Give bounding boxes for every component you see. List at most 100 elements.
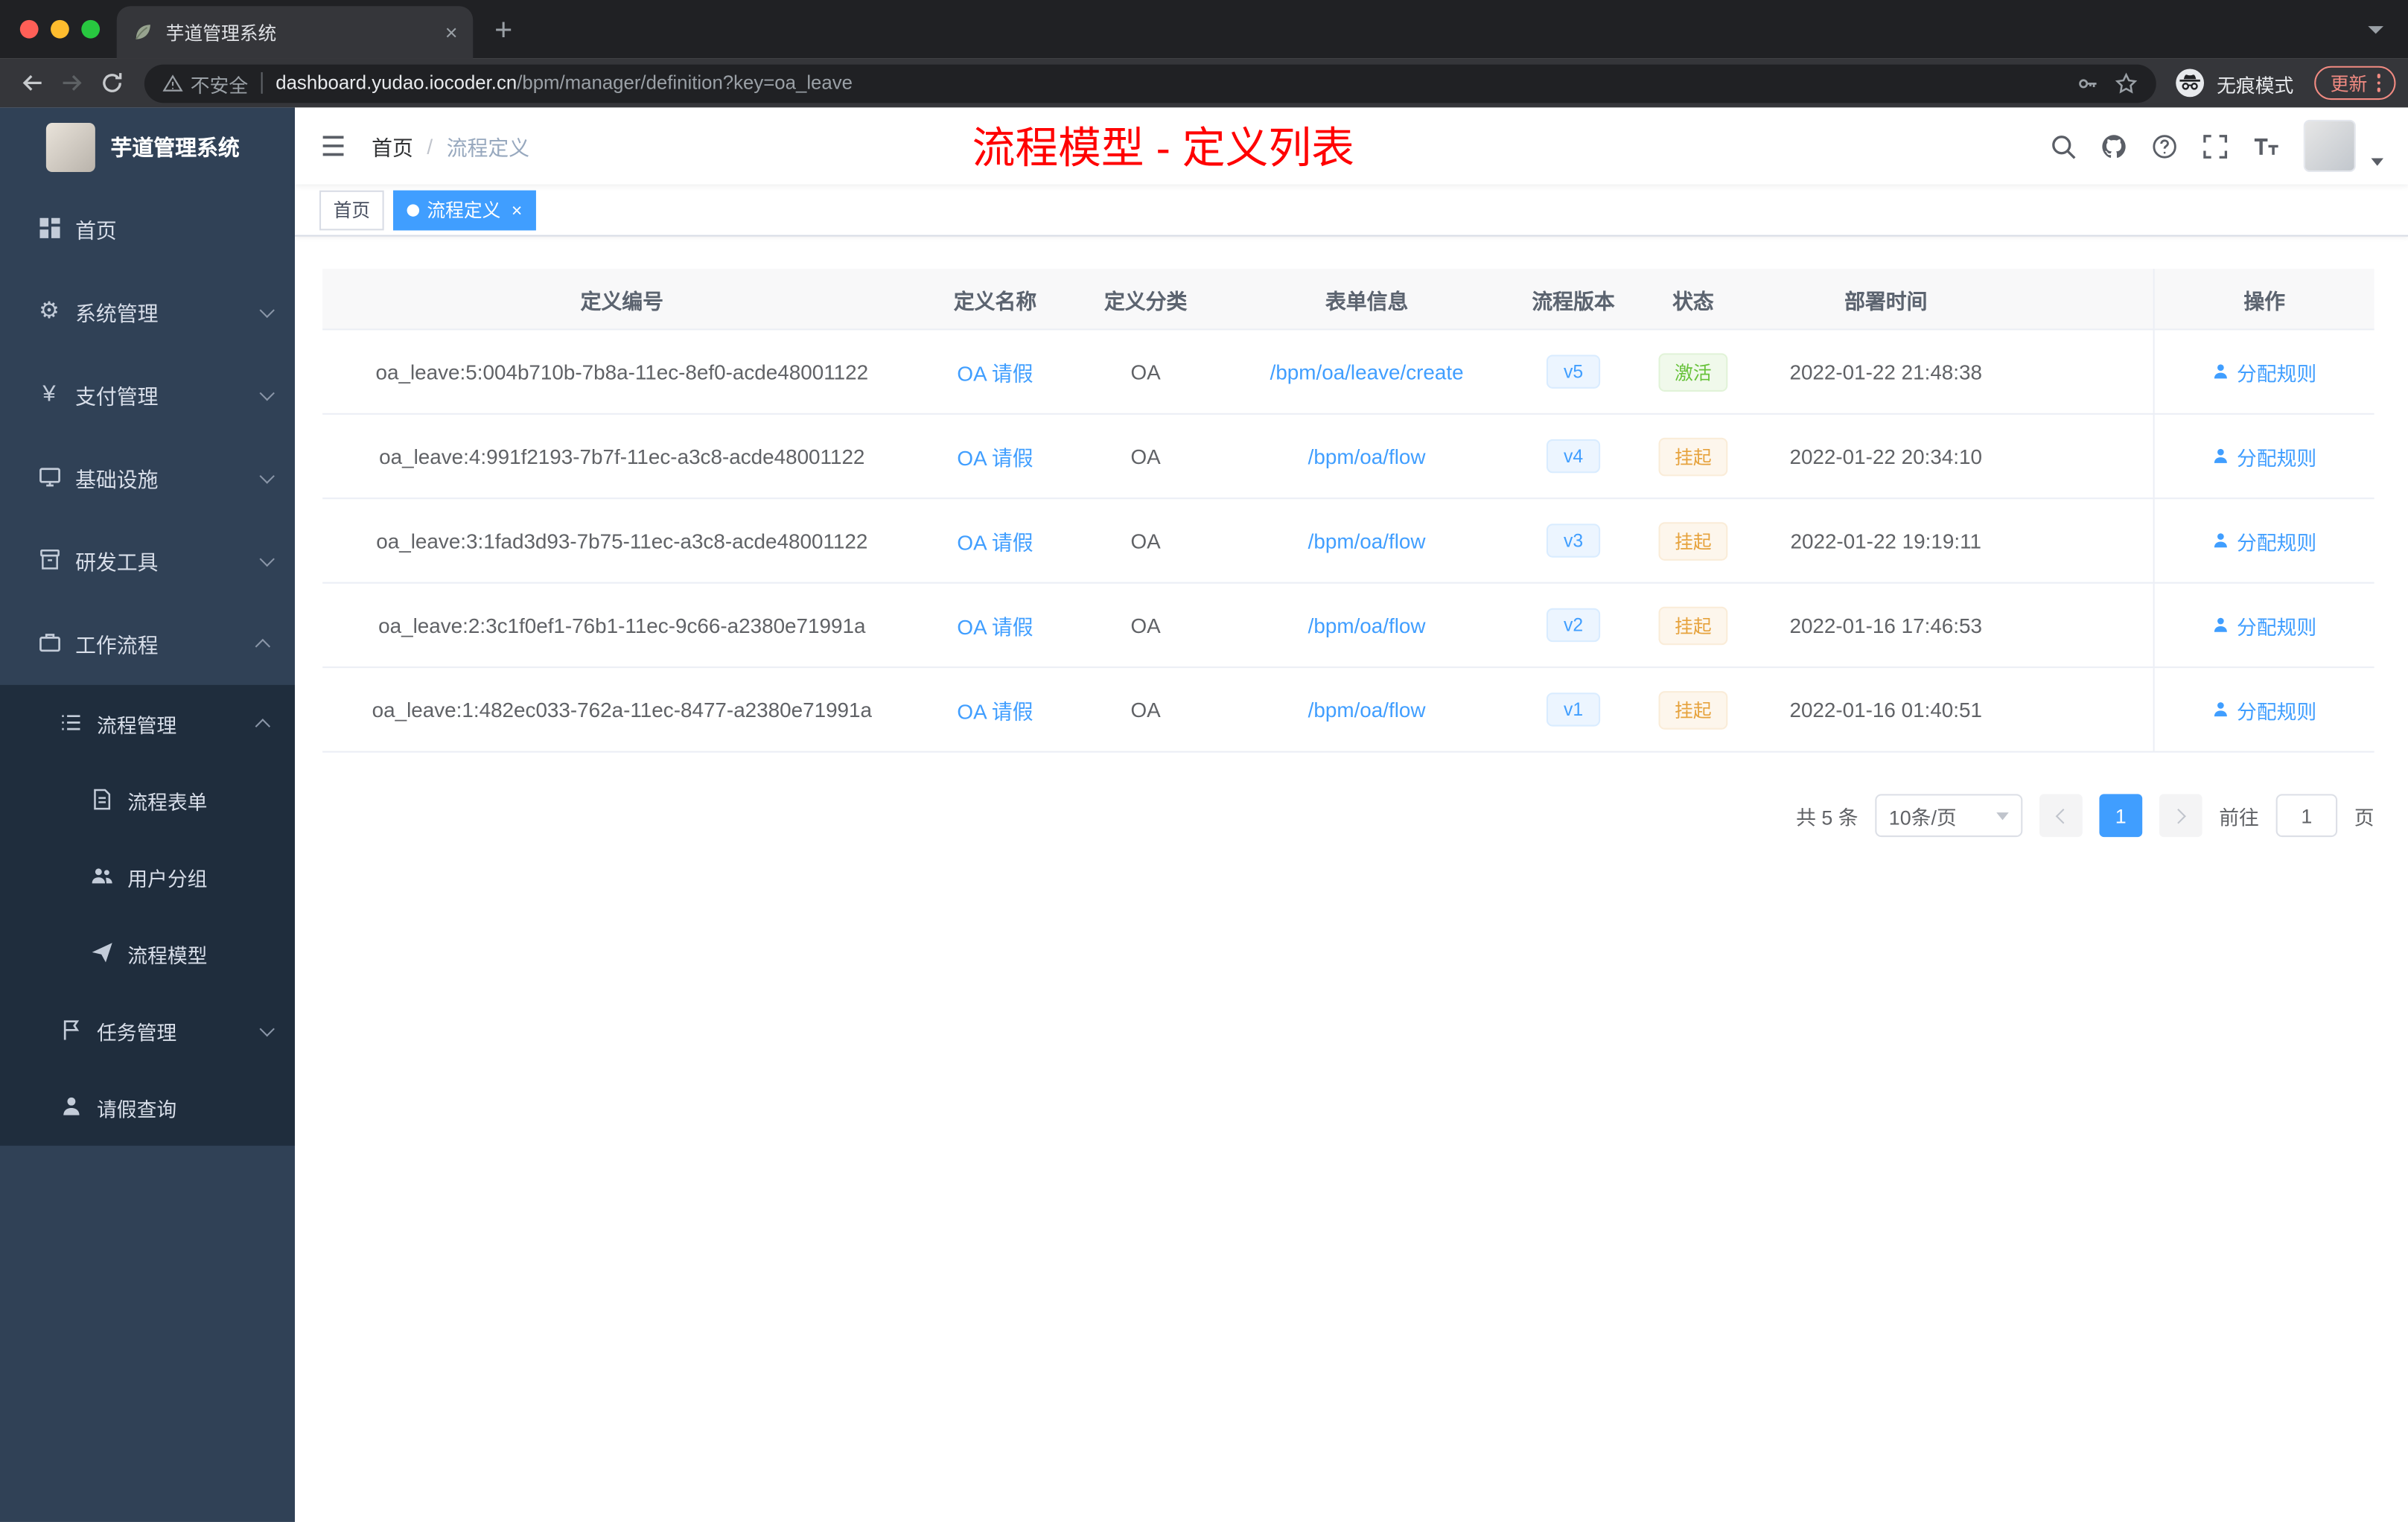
incognito-badge: 无痕模式 (2175, 68, 2293, 98)
forward-button[interactable] (52, 63, 92, 104)
column-header: 部署时间 (1844, 289, 1928, 313)
form-info-link[interactable]: /bpm/oa/flow (1223, 668, 1512, 751)
password-key-icon[interactable] (2077, 71, 2100, 95)
definition-name-link[interactable]: OA 请假 (922, 499, 1069, 582)
tag-home[interactable]: 首页 (319, 189, 384, 230)
security-label[interactable]: 不安全 (191, 69, 248, 98)
definition-name-link[interactable]: OA 请假 (922, 668, 1069, 751)
close-window-button[interactable] (19, 19, 39, 39)
browser-tab[interactable]: 芋道管理系统 × (116, 6, 474, 59)
yen-icon: ¥ (42, 380, 56, 407)
breadcrumb-home[interactable]: 首页 (372, 130, 413, 161)
sidebar-item-workflow[interactable]: 工作流程 (0, 602, 295, 685)
row-spacer (2021, 584, 2153, 666)
sidebar-item-process-model[interactable]: 流程模型 (0, 915, 295, 992)
gear-icon: ⚙ (39, 298, 60, 325)
chevron-up-icon (255, 637, 271, 654)
new-tab-button[interactable]: + (494, 16, 512, 46)
pagination-total: 共 5 条 (1796, 805, 1858, 829)
tab-close-icon[interactable]: × (445, 22, 458, 43)
avatar[interactable] (2303, 119, 2356, 172)
version-cell: v5 (1512, 330, 1636, 413)
sidebar-item-label: 系统管理 (75, 302, 159, 326)
sidebar-item-home[interactable]: 首页 (0, 188, 295, 270)
sidebar-item-leave-query[interactable]: 请假查询 (0, 1069, 295, 1146)
menu-dots-icon[interactable] (2376, 74, 2380, 92)
fullscreen-icon[interactable] (2202, 133, 2229, 159)
divider (260, 71, 262, 94)
version-cell: v4 (1512, 415, 1636, 497)
deploy-time: 2022-01-22 21:48:38 (1789, 360, 1983, 383)
sidebar-item-infrastructure[interactable]: 基础设施 (0, 436, 295, 519)
person-icon (58, 1095, 83, 1120)
form-info-link[interactable]: /bpm/oa/leave/create (1223, 330, 1512, 413)
table-row: oa_leave:2:3c1f0ef1-76b1-11ec-9c66-a2380… (322, 583, 2374, 669)
definition-name-link[interactable]: OA 请假 (922, 330, 1069, 413)
url-host: dashboard.yudao.iocoder.cn (275, 71, 517, 94)
sidebar-item-label: 流程表单 (127, 790, 208, 814)
reload-button[interactable] (92, 63, 133, 104)
next-page-button[interactable] (2159, 794, 2202, 838)
page-number-button[interactable]: 1 (2099, 794, 2143, 838)
definition-name-link[interactable]: OA 请假 (922, 415, 1069, 497)
assign-rule-link[interactable]: 分配规则 (2212, 357, 2316, 386)
form-info-link[interactable]: /bpm/oa/flow (1223, 499, 1512, 582)
sidebar-item-process-form[interactable]: 流程表单 (0, 762, 295, 838)
app-logo-row: 芋道管理系统 (0, 107, 295, 187)
form-info-link[interactable]: /bpm/oa/flow (1223, 415, 1512, 497)
form-info-link[interactable]: /bpm/oa/flow (1223, 584, 1512, 666)
tab-search-chevron-icon[interactable] (2368, 26, 2383, 34)
annotation-title: 流程模型 - 定义列表 (972, 124, 1354, 172)
definition-name-link[interactable]: OA 请假 (922, 584, 1069, 666)
table-row: oa_leave:1:482ec033-762a-11ec-8477-a2380… (322, 668, 2374, 753)
tag-process-definition[interactable]: 流程定义 × (393, 189, 536, 230)
bookmark-star-icon[interactable] (2115, 71, 2138, 95)
sidebar-item-label: 请假查询 (96, 1097, 177, 1121)
search-icon[interactable] (2050, 133, 2076, 159)
window-controls (19, 19, 101, 39)
assign-rule-link[interactable]: 分配规则 (2212, 526, 2316, 555)
font-size-icon[interactable] (2253, 133, 2279, 159)
row-spacer (2021, 668, 2153, 751)
chevron-up-icon (255, 718, 271, 733)
page-size-select[interactable]: 10条/页 (1875, 794, 2023, 838)
sidebar-item-task-management[interactable]: 任务管理 (0, 992, 295, 1069)
sidebar-item-system-management[interactable]: ⚙ 系统管理 (0, 270, 295, 353)
chevron-down-icon (259, 468, 275, 483)
collapse-sidebar-icon[interactable] (319, 132, 347, 159)
paper-plane-icon (89, 941, 114, 966)
status-cell: 挂起 (1636, 668, 1751, 751)
minimize-window-button[interactable] (51, 19, 69, 39)
help-icon[interactable] (2152, 133, 2178, 159)
assign-rule-link[interactable]: 分配规则 (2212, 695, 2316, 724)
sidebar-item-process-management[interactable]: 流程管理 (0, 685, 295, 762)
prev-page-button[interactable] (2039, 794, 2083, 838)
chevron-down-icon[interactable] (2371, 158, 2383, 166)
sidebar-item-user-group[interactable]: 用户分组 (0, 838, 295, 915)
assign-rule-link[interactable]: 分配规则 (2212, 611, 2316, 640)
definition-id: oa_leave:5:004b710b-7b8a-11ec-8ef0-acde4… (375, 360, 869, 383)
chevron-down-icon (259, 550, 275, 567)
assign-rule-link[interactable]: 分配规则 (2212, 442, 2316, 471)
deploy-time: 2022-01-16 01:40:51 (1789, 698, 1983, 722)
briefcase-icon (37, 631, 62, 656)
app-logo (45, 123, 95, 172)
column-header: 定义分类 (1103, 289, 1188, 313)
breadcrumb-separator: / (427, 134, 433, 158)
sidebar-item-dev-tools[interactable]: 研发工具 (0, 519, 295, 602)
status-cell: 激活 (1636, 330, 1751, 413)
sidebar-item-payment-management[interactable]: ¥ 支付管理 (0, 353, 295, 436)
toolbox-icon (37, 548, 62, 573)
update-button[interactable]: 更新 (2315, 66, 2396, 101)
address-bar[interactable]: 不安全 dashboard.yudao.iocoder.cn/bpm/manag… (144, 63, 2157, 103)
tag-close-icon[interactable]: × (512, 199, 522, 220)
dashboard-icon (37, 217, 62, 241)
zoom-window-button[interactable] (81, 19, 101, 39)
status-badge: 挂起 (1659, 436, 1727, 476)
flag-icon (58, 1018, 83, 1042)
status-badge: 激活 (1659, 352, 1727, 391)
github-icon[interactable] (2101, 133, 2127, 159)
sidebar-item-label: 用户分组 (127, 867, 208, 891)
back-button[interactable] (13, 63, 53, 104)
goto-page-input[interactable] (2275, 794, 2338, 838)
